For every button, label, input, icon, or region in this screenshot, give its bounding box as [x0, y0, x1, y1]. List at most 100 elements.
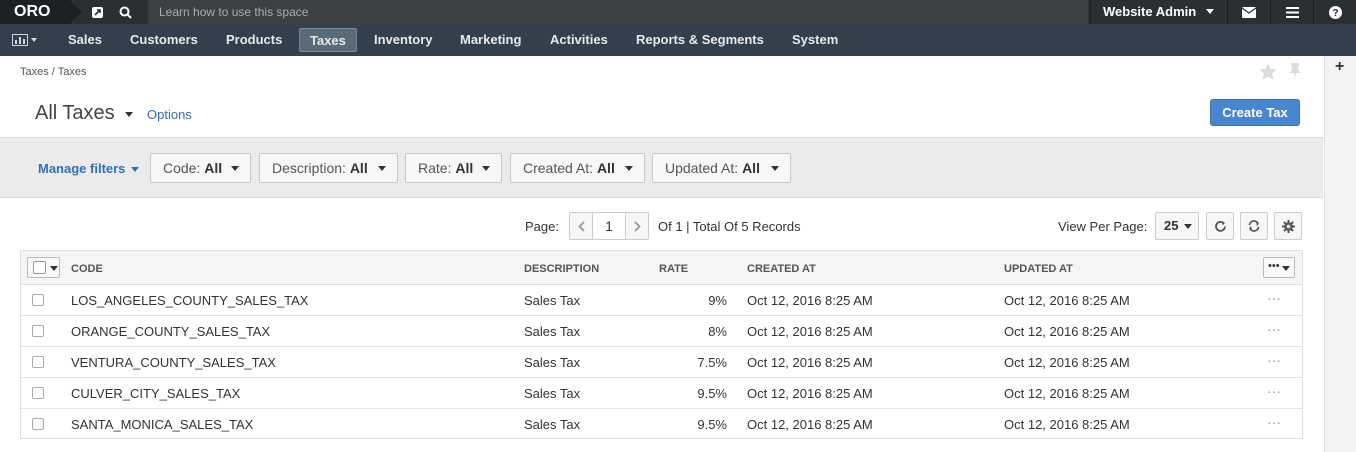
grid-actions-button[interactable]: ••• [1263, 257, 1295, 278]
row-checkbox[interactable] [32, 356, 44, 368]
row-actions-icon[interactable]: ··· [1267, 414, 1281, 430]
view-per-page-value: 25 [1164, 218, 1179, 233]
cell-description: Sales Tax [524, 293, 581, 308]
gear-icon[interactable] [1274, 212, 1302, 240]
filter-value: All [204, 160, 223, 176]
row-actions-icon[interactable]: ··· [1267, 321, 1281, 337]
nav-activities[interactable]: Activities [540, 28, 618, 52]
nav-inventory[interactable]: Inventory [364, 28, 443, 52]
table-row[interactable]: VENTURA_COUNTY_SALES_TAX Sales Tax 7.5% … [21, 347, 1302, 378]
filter-code[interactable]: Code: All [150, 153, 251, 183]
nav-system[interactable]: System [782, 28, 848, 52]
main-navigation: Sales Customers Products Taxes Inventory… [0, 24, 1356, 56]
row-actions-icon[interactable]: ··· [1267, 290, 1281, 306]
user-menu[interactable]: Website Admin [1090, 0, 1224, 24]
taxes-grid: CODE DESCRIPTION RATE CREATED AT UPDATED… [20, 250, 1303, 439]
cell-description: Sales Tax [524, 386, 581, 401]
cell-rate: 9.5% [697, 417, 727, 432]
filter-name: Code: [163, 160, 201, 176]
cell-rate: 8% [708, 324, 727, 339]
chevron-down-icon [1282, 266, 1290, 271]
chevron-down-icon[interactable] [125, 112, 133, 117]
row-checkbox[interactable] [32, 325, 44, 337]
table-row[interactable]: CULVER_CITY_SALES_TAX Sales Tax 9.5% Oct… [21, 378, 1302, 409]
cell-code: VENTURA_COUNTY_SALES_TAX [71, 355, 276, 370]
nav-marketing[interactable]: Marketing [450, 28, 531, 52]
chevron-down-icon [231, 166, 239, 171]
svg-text:?: ? [1332, 8, 1338, 19]
chevron-down-icon [482, 166, 490, 171]
help-icon[interactable]: ? [1313, 0, 1356, 24]
chevron-down-icon [1205, 9, 1214, 15]
filter-value: All [349, 160, 368, 176]
search-hint[interactable]: Learn how to use this space [148, 0, 1088, 24]
view-per-page-select[interactable]: 25 [1155, 212, 1199, 240]
pagination: 1 [569, 212, 649, 240]
column-header-description[interactable]: DESCRIPTION [524, 263, 599, 275]
row-checkbox[interactable] [32, 418, 44, 430]
search-icon[interactable] [113, 0, 137, 24]
menu-icon[interactable] [1270, 0, 1313, 24]
column-header-rate[interactable]: RATE [659, 263, 688, 275]
chevron-down-icon [131, 167, 140, 173]
cell-updated-at: Oct 12, 2016 8:25 AM [1004, 355, 1130, 370]
row-checkbox[interactable] [32, 294, 44, 306]
nav-products[interactable]: Products [216, 28, 292, 52]
page-number-input[interactable]: 1 [592, 213, 626, 239]
cell-code: SANTA_MONICA_SALES_TAX [71, 417, 254, 432]
filter-name: Description: [272, 160, 346, 176]
app-logo[interactable]: ORO [0, 0, 82, 24]
create-tax-button[interactable]: Create Tax [1210, 99, 1300, 126]
nav-sales[interactable]: Sales [58, 28, 112, 52]
dashboard-menu[interactable] [12, 32, 44, 48]
filter-rate[interactable]: Rate: All [405, 153, 502, 183]
cell-rate: 7.5% [697, 355, 727, 370]
table-row[interactable]: SANTA_MONICA_SALES_TAX Sales Tax 9.5% Oc… [21, 409, 1302, 440]
nav-reports-segments[interactable]: Reports & Segments [626, 28, 774, 52]
row-checkbox[interactable] [32, 387, 44, 399]
table-row[interactable]: LOS_ANGELES_COUNTY_SALES_TAX Sales Tax 9… [21, 285, 1302, 316]
manage-filters-button[interactable]: Manage filters [38, 161, 140, 176]
row-actions-icon[interactable]: ··· [1267, 352, 1281, 368]
reset-icon[interactable] [1240, 212, 1268, 240]
column-header-code[interactable]: CODE [71, 263, 103, 275]
refresh-icon[interactable] [1206, 212, 1234, 240]
plus-icon[interactable]: + [1335, 58, 1344, 76]
nav-taxes[interactable]: Taxes [299, 28, 357, 52]
column-header-created-at[interactable]: CREATED AT [747, 263, 816, 275]
chart-icon [12, 34, 28, 46]
filter-description[interactable]: Description: All [259, 153, 398, 183]
checkbox[interactable] [33, 261, 46, 274]
email-icon[interactable] [1227, 0, 1270, 24]
breadcrumb: Taxes / Taxes [20, 66, 87, 78]
row-actions-icon[interactable]: ··· [1267, 383, 1281, 399]
table-row[interactable]: ORANGE_COUNTY_SALES_TAX Sales Tax 8% Oct… [21, 316, 1302, 347]
chevron-down-icon [771, 166, 779, 171]
view-per-page-label: View Per Page: [1058, 219, 1148, 234]
chevron-down-icon [31, 38, 37, 42]
cell-updated-at: Oct 12, 2016 8:25 AM [1004, 324, 1130, 339]
column-header-updated-at[interactable]: UPDATED AT [1004, 263, 1073, 275]
top-bar: ORO Learn how to use this space Website … [0, 0, 1356, 24]
options-link[interactable]: Options [147, 107, 192, 122]
nav-customers[interactable]: Customers [120, 28, 208, 52]
manage-filters-label: Manage filters [38, 161, 126, 176]
filter-value: All [455, 160, 474, 176]
cell-code: ORANGE_COUNTY_SALES_TAX [71, 324, 271, 339]
select-all-checkbox[interactable] [27, 257, 60, 278]
right-sidebar: + [1324, 56, 1356, 452]
cell-created-at: Oct 12, 2016 8:25 AM [747, 386, 873, 401]
cell-created-at: Oct 12, 2016 8:25 AM [747, 355, 873, 370]
star-icon[interactable] [1258, 62, 1278, 81]
prev-page-icon[interactable] [570, 213, 592, 239]
page-label: Page: [525, 219, 559, 234]
filter-updated-at[interactable]: Updated At: All [652, 153, 791, 183]
filter-value: All [596, 160, 615, 176]
next-page-icon[interactable] [626, 213, 648, 239]
grid-header: CODE DESCRIPTION RATE CREATED AT UPDATED… [21, 251, 1302, 285]
shortcuts-icon[interactable] [85, 0, 109, 24]
cell-description: Sales Tax [524, 324, 581, 339]
filter-created-at[interactable]: Created At: All [510, 153, 645, 183]
pin-icon[interactable] [1288, 62, 1302, 81]
chevron-down-icon [1184, 224, 1192, 229]
